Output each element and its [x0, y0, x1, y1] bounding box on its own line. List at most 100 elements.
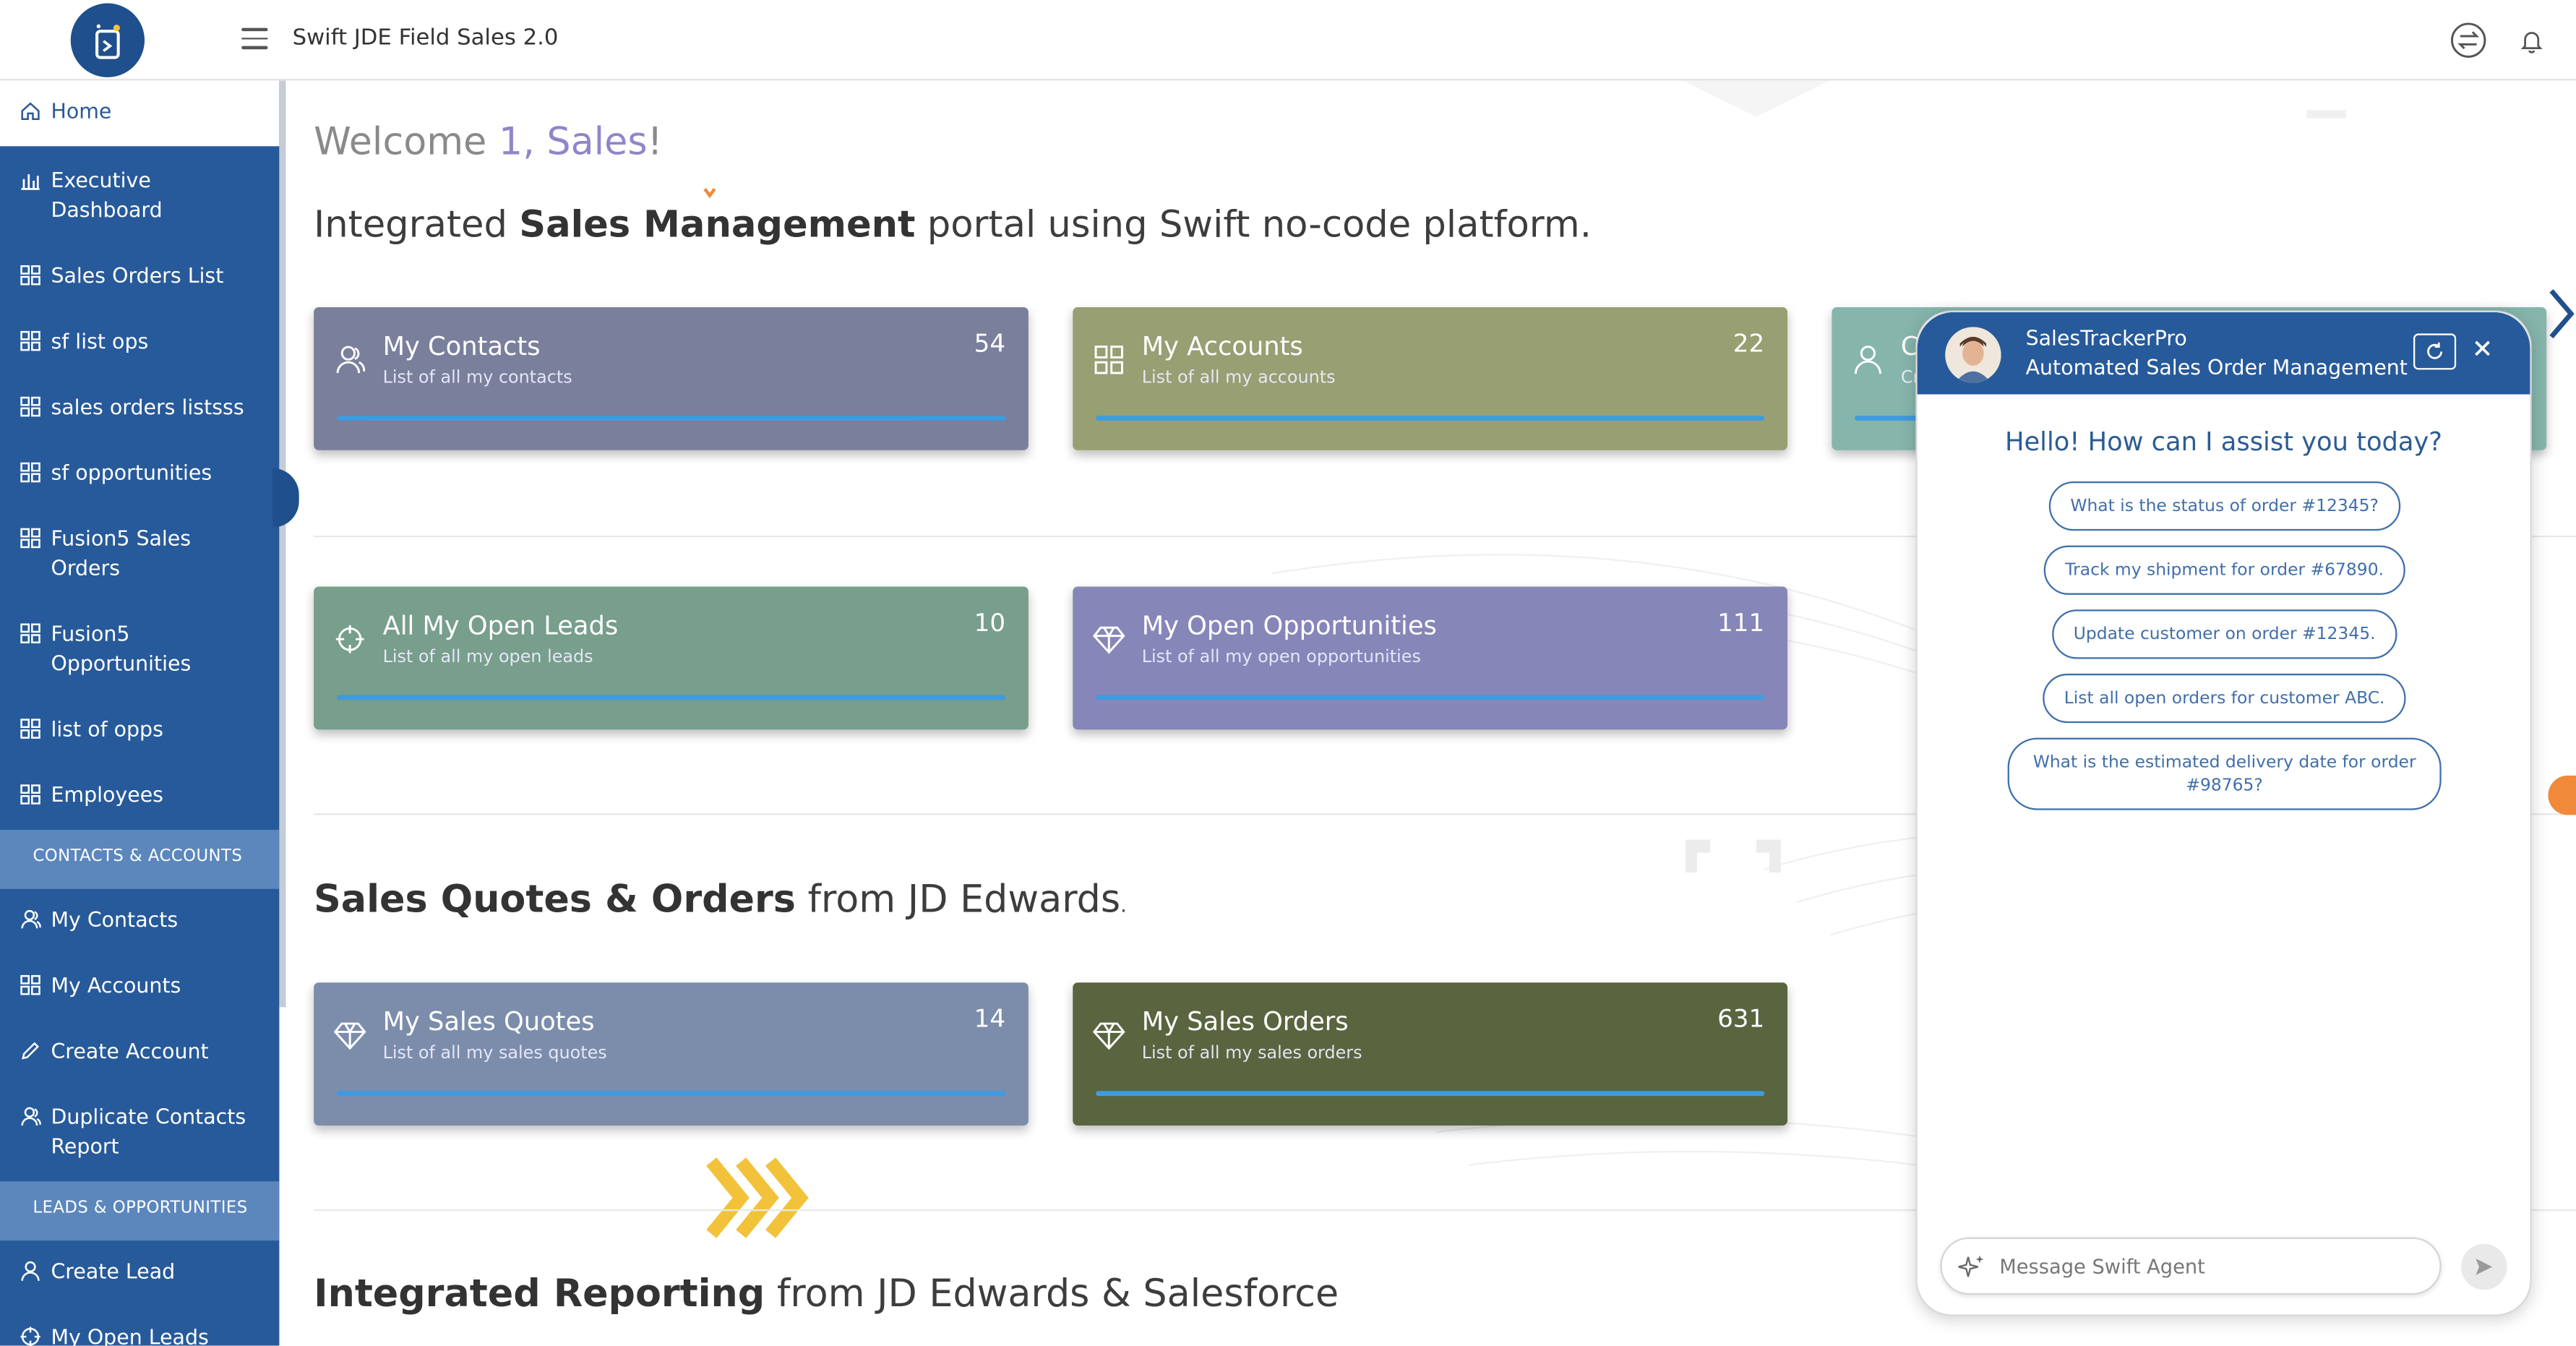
- chat-message-input[interactable]: [1999, 1238, 2427, 1293]
- sidebar-item-my-contacts[interactable]: My Contacts: [0, 889, 279, 955]
- crosshair-icon: [20, 1326, 40, 1346]
- card-subtitle: List of all my contacts: [382, 368, 572, 388]
- card-count: 14: [974, 1003, 1006, 1034]
- sidebar-item-label: Executive Dashboard: [51, 167, 163, 222]
- carousel-next-icon[interactable]: [2546, 288, 2576, 340]
- card-title: All My Open Leads: [382, 611, 619, 641]
- suggestion-chip[interactable]: List all open orders for customer ABC.: [2043, 673, 2407, 724]
- card-progress-bar: [1096, 416, 1765, 421]
- sidebar-item-label: Duplicate Contacts Report: [51, 1104, 246, 1159]
- card-subtitle: List of all my sales quotes: [382, 1043, 607, 1063]
- sidebar-item-create-lead[interactable]: Create Lead: [0, 1240, 279, 1306]
- sidebar: Home Executive Dashboard Sales Orders Li…: [0, 80, 280, 1346]
- suggestion-chip[interactable]: What is the estimated delivery date for …: [2007, 737, 2442, 810]
- card-progress-bar: [336, 695, 1006, 700]
- card-title: My Open Opportunities: [1141, 611, 1437, 641]
- suggestion-chip[interactable]: Track my shipment for order #67890.: [2043, 545, 2405, 595]
- sidebar-item-my-accounts[interactable]: My Accounts: [0, 955, 279, 1021]
- sales-quotes-orders-heading: Sales Quotes & Orders from JD Edwards.: [314, 879, 1127, 922]
- sidebar-item-fusion5-opportunities[interactable]: Fusion5 Opportunities: [0, 603, 279, 698]
- grid-icon: [20, 623, 40, 643]
- agent-name: SalesTrackerPro: [2025, 325, 2187, 351]
- sidebar-section-contacts-accounts: CONTACTS & ACCOUNTS: [0, 829, 280, 889]
- sidebar-item-executive-dashboard[interactable]: Executive Dashboard: [0, 146, 279, 244]
- chat-send-button[interactable]: [2460, 1243, 2507, 1290]
- grid-icon: [20, 784, 40, 805]
- suggestion-chip[interactable]: Update customer on order #12345.: [2052, 609, 2397, 659]
- sidebar-item-list-of-opps[interactable]: list of opps: [0, 698, 279, 764]
- card-count: 22: [1733, 328, 1765, 359]
- card-all-my-open-leads[interactable]: All My Open Leads List of all my open le…: [314, 586, 1029, 730]
- app-logo[interactable]: [70, 3, 145, 77]
- card-my-contacts[interactable]: My Contacts List of all my contacts 54: [314, 307, 1029, 450]
- grid-icon: [20, 528, 40, 549]
- card-subtitle: List of all my open opportunities: [1141, 647, 1421, 667]
- card-count: 111: [1717, 608, 1765, 638]
- card-progress-bar: [1096, 1091, 1765, 1097]
- heading-bold: Sales Quotes & Orders: [314, 879, 796, 922]
- sidebar-item-fusion5-sales-orders[interactable]: Fusion5 Sales Orders: [0, 507, 279, 603]
- heading-rest: from JD Edwards: [795, 879, 1121, 922]
- chat-refresh-button[interactable]: [2413, 333, 2457, 370]
- card-progress-bar: [336, 416, 1006, 421]
- switch-button[interactable]: [2450, 22, 2487, 59]
- card-progress-bar: [336, 1091, 1006, 1097]
- subtitle-bold: Sales Management: [519, 203, 916, 247]
- sidebar-scrollbar[interactable]: [279, 80, 286, 1008]
- agent-avatar: [1945, 327, 2001, 383]
- sidebar-item-create-account[interactable]: Create Account: [0, 1021, 279, 1086]
- notifications-button[interactable]: [2512, 22, 2549, 59]
- sidebar-item-label: Home: [51, 98, 112, 124]
- menu-icon-line: [241, 27, 268, 31]
- welcome-user-name: 1, Sales: [498, 121, 648, 165]
- sidebar-item-label: Create Account: [51, 1038, 209, 1063]
- card-my-sales-orders[interactable]: My Sales Orders List of all my sales ord…: [1073, 982, 1788, 1126]
- chat-greeting: Hello! How can I assist you today?: [2004, 426, 2443, 457]
- users-icon: [336, 346, 366, 374]
- portal-subtitle: Integrated Sales Management portal using…: [314, 204, 1592, 247]
- integrated-reporting-heading: Integrated Reporting from JD Edwards & S…: [314, 1274, 1339, 1316]
- sidebar-item-label: list of opps: [51, 716, 163, 742]
- card-title: My Sales Orders: [1141, 1007, 1349, 1037]
- sidebar-item-label: Employees: [51, 781, 163, 807]
- sidebar-item-label: sf opportunities: [51, 460, 212, 485]
- card-count: 54: [974, 328, 1006, 359]
- sidebar-item-sales-orders-list[interactable]: Sales Orders List: [0, 245, 279, 311]
- chat-close-button[interactable]: [2473, 335, 2492, 365]
- chat-header: SalesTrackerPro Automated Sales Order Ma…: [1917, 312, 2530, 395]
- card-title: My Accounts: [1141, 332, 1303, 362]
- sidebar-item-duplicate-contacts-report[interactable]: Duplicate Contacts Report: [0, 1086, 279, 1181]
- menu-toggle-button[interactable]: [241, 27, 268, 51]
- sidebar-item-employees[interactable]: Employees: [0, 764, 279, 830]
- sidebar-item-sales-orders-listsss[interactable]: sales orders listsss: [0, 377, 279, 442]
- sidebar-item-home[interactable]: Home: [0, 80, 280, 147]
- top-bar: Swift JDE Field Sales 2.0: [0, 0, 2576, 81]
- grid-icon: [20, 265, 40, 286]
- card-count: 631: [1717, 1003, 1765, 1034]
- sidebar-item-label: Fusion5 Sales Orders: [51, 526, 192, 580]
- grid-icon: [1094, 346, 1123, 374]
- chat-body: Hello! How can I assist you today? What …: [1918, 395, 2530, 1315]
- suggestion-chip[interactable]: What is the status of order #12345?: [2048, 481, 2400, 531]
- card-count: 10: [974, 608, 1006, 638]
- grid-icon: [20, 462, 40, 483]
- diamond-icon: [1092, 1022, 1125, 1050]
- card-my-sales-quotes[interactable]: My Sales Quotes List of all my sales quo…: [314, 982, 1029, 1126]
- sidebar-item-sf-opportunities[interactable]: sf opportunities: [0, 442, 279, 507]
- card-my-open-opportunities[interactable]: My Open Opportunities List of all my ope…: [1073, 586, 1788, 730]
- card-my-accounts[interactable]: My Accounts List of all my accounts 22: [1073, 307, 1788, 450]
- welcome-heading: Welcome 1, Sales!: [314, 121, 662, 164]
- sidebar-item-sf-list-ops[interactable]: sf list ops: [0, 311, 279, 377]
- grid-icon: [20, 396, 40, 417]
- crosshair-icon: [335, 625, 364, 653]
- sidebar-item-label: My Accounts: [51, 972, 181, 998]
- sidebar-item-label: My Open Leads: [51, 1324, 209, 1346]
- sidebar-item-my-open-leads[interactable]: My Open Leads: [0, 1306, 279, 1346]
- bar-chart-icon: [21, 173, 40, 190]
- chat-input-container: [1940, 1237, 2442, 1295]
- sidebar-item-label: My Contacts: [51, 906, 179, 932]
- sidebar-item-label: Sales Orders List: [51, 262, 224, 288]
- home-icon: [21, 102, 40, 121]
- subtitle-pre: Integrated: [314, 203, 520, 247]
- sidebar-item-label: Fusion5 Opportunities: [51, 621, 192, 676]
